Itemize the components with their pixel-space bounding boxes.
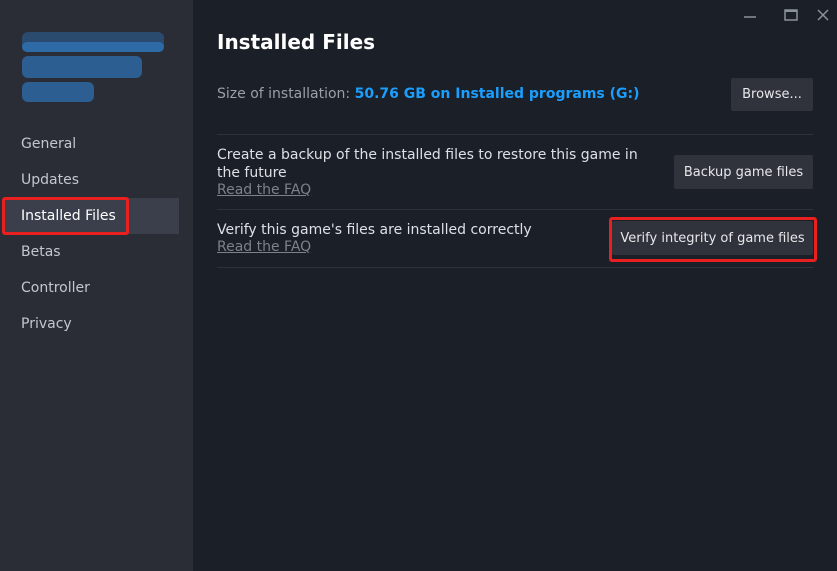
- divider: [217, 134, 813, 135]
- minimize-button[interactable]: [738, 4, 762, 26]
- main-panel: Installed Files Size of installation: 50…: [193, 0, 837, 571]
- sidebar: General Updates Installed Files Betas Co…: [0, 0, 193, 571]
- minimize-icon: [744, 16, 756, 18]
- browse-button[interactable]: Browse...: [731, 78, 813, 111]
- close-icon: [817, 9, 829, 21]
- size-label: Size of installation:: [217, 86, 351, 102]
- verify-integrity-button[interactable]: Verify integrity of game files: [612, 221, 813, 255]
- close-button[interactable]: [811, 4, 835, 26]
- sidebar-item-installed-files[interactable]: Installed Files: [3, 198, 179, 234]
- page-title: Installed Files: [217, 30, 376, 54]
- game-logo: [22, 32, 167, 102]
- backup-game-files-button[interactable]: Backup game files: [674, 155, 813, 189]
- size-value: 50.76 GB on Installed programs (G:): [354, 86, 640, 102]
- sidebar-item-updates[interactable]: Updates: [3, 162, 179, 198]
- divider: [217, 209, 813, 210]
- installation-size: Size of installation: 50.76 GB on Instal…: [217, 86, 640, 102]
- divider: [217, 267, 813, 268]
- maximize-button[interactable]: [779, 4, 803, 26]
- sidebar-item-controller[interactable]: Controller: [3, 270, 179, 306]
- backup-faq-link[interactable]: Read the FAQ: [217, 182, 311, 198]
- sidebar-item-privacy[interactable]: Privacy: [3, 306, 179, 342]
- verify-description: Verify this game's files are installed c…: [217, 222, 532, 238]
- verify-faq-link[interactable]: Read the FAQ: [217, 239, 311, 255]
- sidebar-item-betas[interactable]: Betas: [3, 234, 179, 270]
- sidebar-item-general[interactable]: General: [3, 126, 179, 162]
- backup-description: Create a backup of the installed files t…: [217, 147, 638, 181]
- maximize-icon: [784, 9, 798, 21]
